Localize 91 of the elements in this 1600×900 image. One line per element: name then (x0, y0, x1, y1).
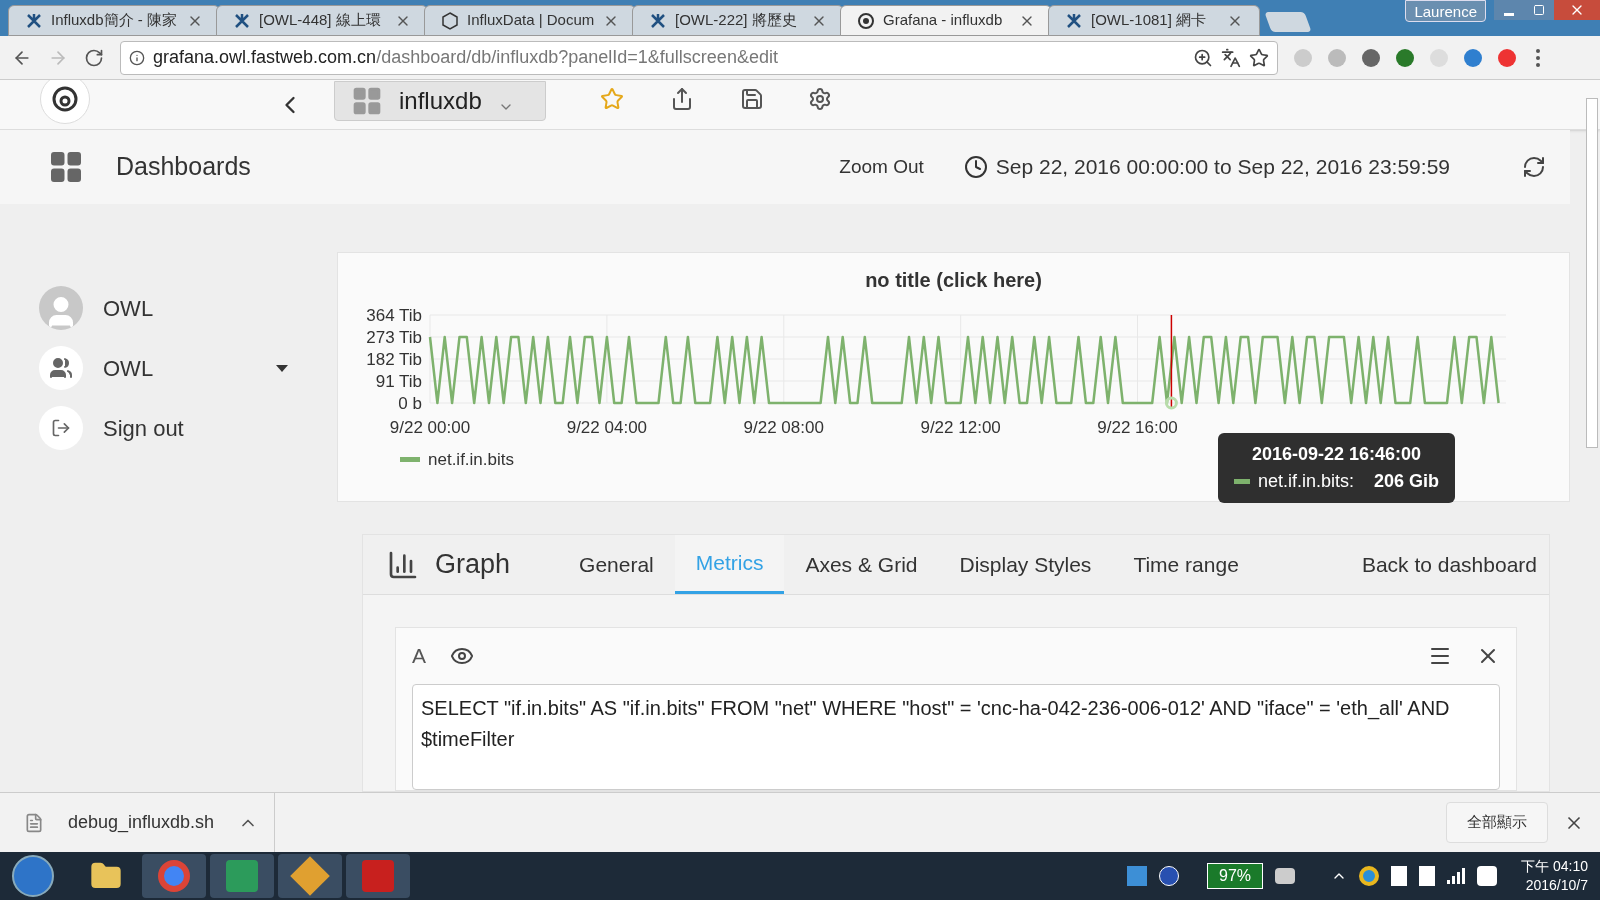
browser-tab[interactable]: [OWL-448] 線上環 (216, 5, 428, 36)
settings-icon[interactable] (808, 86, 832, 111)
editor-title: Graph (435, 548, 511, 582)
hover-point (1164, 396, 1178, 410)
tooltip-series: net.if.in.bits: (1258, 470, 1355, 493)
minimize-button[interactable] (1494, 0, 1524, 20)
browser-tab[interactable]: Grafana - influxdb (840, 5, 1052, 36)
legend-item[interactable]: net.if.in.bits (400, 447, 514, 473)
y-axis-label: 182 Tib (366, 350, 422, 369)
caret-icon (276, 364, 288, 372)
file-icon (24, 812, 44, 833)
translate-icon[interactable] (1221, 47, 1241, 68)
signal-icon[interactable] (1447, 868, 1466, 884)
avatar-icon (39, 286, 83, 330)
clock-icon (963, 155, 988, 179)
new-tab-button[interactable] (1264, 12, 1312, 32)
sidebar-item[interactable]: OWL (39, 286, 312, 330)
tab-logo-icon (233, 11, 251, 30)
tab-title: [OWL-222] 將歷史 (675, 10, 798, 31)
extension-icon[interactable] (1396, 48, 1414, 67)
x-axis-label: 9/22 04:00 (566, 418, 648, 437)
grid-icon (48, 149, 84, 185)
y-axis-label: 0 b (398, 394, 422, 413)
dashboard-picker[interactable]: influxdb (334, 80, 546, 121)
help-icon[interactable] (1159, 866, 1180, 886)
menu-icon[interactable] (1536, 48, 1540, 67)
clock[interactable]: 下午 04:10 2016/10/7 (1521, 857, 1588, 895)
tab-logo-icon (25, 11, 43, 30)
url-text: grafana.owl.fastweb.com.cn/dashboard/db/influxdb?panelId=1&fullscreen&edit (153, 46, 779, 69)
tray-icon[interactable] (1359, 866, 1380, 886)
taskbar-button[interactable] (278, 854, 342, 898)
tooltip-time: 2016-09-22 16:46:00 (1251, 443, 1422, 466)
sidebar-title: Dashboards (116, 151, 251, 183)
panel-title[interactable]: no title (click here) (865, 265, 1042, 295)
minimize-icon (1504, 12, 1514, 16)
editor-tab[interactable]: Axes & Grid (784, 535, 939, 594)
extension-icon[interactable] (1464, 48, 1482, 67)
tab-logo-icon (649, 11, 667, 30)
address-field[interactable]: grafana.owl.fastweb.com.cn/dashboard/db/influxdb?panelId=1&fullscreen&edit (120, 40, 1278, 75)
time-range-picker[interactable]: Sep 22, 2016 00:00:00 to Sep 22, 2016 23:59:59 (963, 151, 1450, 183)
tab-logo-icon (1065, 11, 1083, 30)
query-editor[interactable]: SELECT "if.in.bits" AS "if.in.bits" FROM "net" WHERE "host" = 'cnc-ha-042-236-006-012' AND "iface" = 'eth_all' AND $timeFilter (412, 684, 1500, 790)
bookmark-icon[interactable] (1249, 47, 1269, 68)
y-axis-label: 273 Tib (366, 328, 422, 347)
battery-meter[interactable]: 97% (1207, 863, 1264, 889)
x-axis-label: 9/22 08:00 (743, 418, 824, 437)
browser-tab[interactable]: [OWL-1081] 網卡 (1048, 5, 1260, 36)
sidebar-item[interactable]: Sign out (39, 406, 312, 450)
extension-icon[interactable] (1362, 48, 1380, 67)
grafana-logo-icon[interactable] (40, 80, 90, 124)
start-button[interactable] (12, 855, 54, 897)
zoom-out-link[interactable]: Zoom Out (839, 152, 924, 182)
sign-out-icon (39, 406, 83, 450)
query-ref: A (412, 643, 426, 670)
x-axis-label: 9/22 12:00 (920, 418, 1001, 437)
browser-tab[interactable]: InfluxData | Docum (424, 5, 636, 36)
save-icon[interactable] (740, 86, 764, 111)
back-to-dashboard-link[interactable]: Back to dashboard (1361, 548, 1537, 581)
zoom-icon[interactable] (1193, 47, 1213, 68)
tab-logo-icon (441, 11, 459, 30)
info-icon (129, 49, 145, 66)
users-icon (39, 346, 83, 390)
tab-logo-icon (857, 11, 875, 30)
y-axis-label: 364 Tib (366, 306, 422, 325)
reload-icon[interactable] (84, 47, 104, 68)
sidebar-header[interactable]: Dashboards (0, 130, 312, 204)
tab-title: [OWL-448] 線上環 (259, 10, 382, 31)
show-all-button[interactable]: 全部顯示 (1446, 802, 1548, 843)
legend-swatch (1234, 479, 1250, 484)
star-icon[interactable] (600, 86, 624, 111)
refresh-icon[interactable] (1522, 155, 1546, 179)
extension-icon[interactable] (1498, 48, 1516, 67)
legend-swatch (400, 457, 420, 463)
tab-title: Influxdb簡介 - 陳家 (51, 10, 178, 31)
tab-title: Grafana - influxdb (883, 10, 1004, 31)
tray-icon[interactable] (1419, 866, 1436, 886)
share-icon[interactable] (670, 86, 694, 111)
y-axis-label: 91 Tib (375, 372, 422, 391)
restore-button[interactable] (1524, 0, 1554, 20)
tooltip-value: 206 Gib (1374, 470, 1440, 493)
tab-title: [OWL-1081] 網卡 (1091, 10, 1208, 31)
editor-tab[interactable]: Time range (1112, 535, 1260, 594)
x-axis-label: 9/22 16:00 (1097, 418, 1178, 437)
browser-tab[interactable]: [OWL-222] 將歷史 (632, 5, 844, 36)
x-axis-label: 9/22 00:00 (389, 418, 471, 437)
restore-icon (1533, 4, 1545, 16)
sidebar-item[interactable]: OWL (39, 346, 312, 390)
browser-tab[interactable]: Influxdb簡介 - 陳家 (8, 5, 220, 36)
editor-tab[interactable]: General (558, 535, 675, 594)
tab-title: InfluxData | Docum (467, 10, 595, 31)
editor-tab[interactable]: Display Styles (938, 535, 1113, 594)
